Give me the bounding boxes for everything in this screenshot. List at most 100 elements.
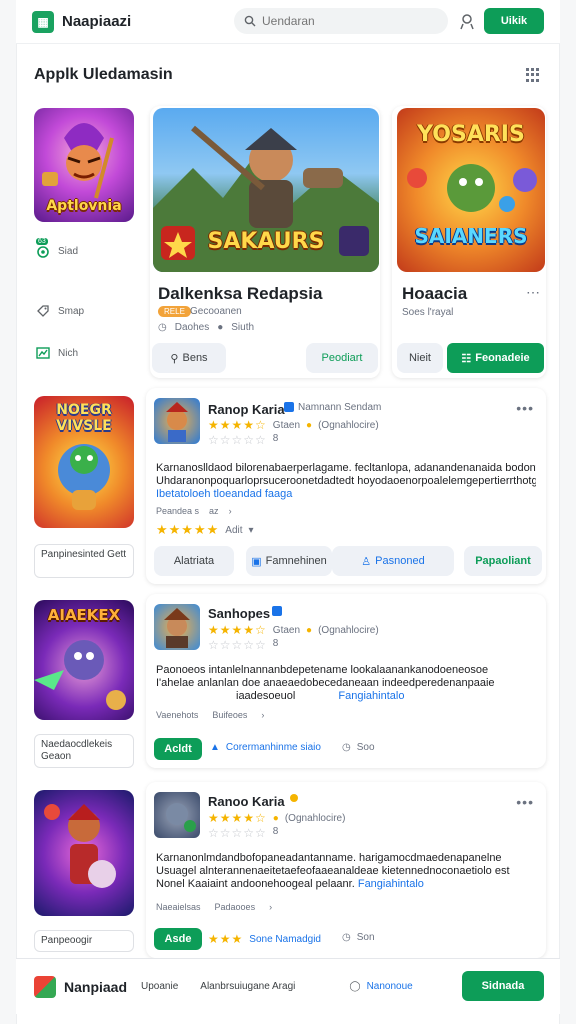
rating-count: 8 — [272, 433, 279, 444]
app-thumb-3[interactable] — [154, 792, 200, 838]
left-app-art-3[interactable]: AIAEKEX — [34, 600, 134, 720]
desc-line: Karnanonlmdandbofopaneadantanname. harig… — [156, 852, 502, 864]
shield-icon — [37, 246, 49, 258]
hero-art-label-1: SAKAURS — [207, 229, 325, 254]
badge-dot-icon — [290, 794, 298, 802]
button-label: Papaoliant — [475, 555, 531, 567]
footer-logo-icon[interactable] — [34, 975, 56, 998]
hero-right-button-label: Peodiart — [321, 352, 363, 364]
hero-more-icon[interactable]: ⋯ — [526, 284, 540, 301]
review-count: (Ognahlocire) — [318, 624, 379, 636]
app1-button-4[interactable]: Papaoliant — [464, 546, 542, 576]
star-rating: ★★★★☆ — [208, 811, 267, 825]
left-link-label: Siad — [58, 245, 79, 257]
app1-button-3[interactable]: ♙ Pasnoned — [332, 546, 454, 576]
app-card-1[interactable]: Ranop Karia Namnann Sendam ••• ★★★★☆ Gta… — [146, 388, 546, 584]
chevron-right-icon: › — [261, 710, 265, 720]
hero-right-button-2[interactable]: ☷ Feonadeie — [447, 343, 544, 373]
star-rating: ★★★ — [208, 932, 244, 946]
app-card-3[interactable]: Ranoo Karia ••• ★★★★☆ ● (Ognahlocire) ☆☆… — [146, 782, 546, 958]
desc-line: iaadesoeuol Fangiahintalo — [156, 690, 536, 703]
hero-title-2: Hoaacia — [402, 284, 468, 303]
rating-row-1: ★★★★☆ Gtaen ● (Ognahlocire) — [208, 418, 379, 432]
left-link-tag[interactable]: Smap — [36, 304, 84, 318]
rating-row-2b: ☆☆☆☆☆ 8 — [208, 638, 278, 652]
left-app-art-2[interactable]: NOEGR VIVSLE — [34, 396, 134, 528]
app2-install-button[interactable]: Acldt — [154, 738, 202, 760]
coin-icon: ● — [272, 812, 279, 824]
hero-right-button-1[interactable]: Peodiart — [306, 343, 378, 373]
app-thumb-2[interactable] — [154, 604, 200, 650]
app-desc-2: Paonoeos intanlelnannanbdepetename looka… — [156, 664, 536, 703]
search-input[interactable] — [262, 14, 422, 28]
app-desc-1: Karnanoslldaod bilorenabaerperlagame. fe… — [156, 462, 536, 501]
hero-art-1[interactable]: SAKAURS — [153, 108, 379, 272]
filter-icon: ▾ — [248, 524, 254, 536]
star-rating: ★★★★★ — [156, 522, 220, 537]
app2-link-2[interactable]: ▲ Corermanhinme siaio — [210, 742, 321, 753]
app3-link-2[interactable]: ★★★ Sone Namadgid — [208, 932, 321, 946]
hero-right-button-label: Feonadeie — [475, 352, 530, 364]
left-link-chart[interactable]: Nich — [36, 346, 78, 360]
side-info-box-1[interactable]: Panpinesinted Gett — [34, 544, 134, 578]
header-action-button[interactable]: Uikik — [484, 8, 544, 34]
desc-link[interactable]: Fangiahintalo — [338, 690, 404, 702]
footer-item-3-wrap[interactable]: ◯ Nanonoue — [349, 981, 412, 992]
hero-art2-top: YOSARIS — [417, 122, 525, 147]
app-card-2[interactable]: Sanhopes ★★★★☆ Gtaen ● (Ognahlocire) ☆☆☆… — [146, 594, 546, 768]
left-app-label-1: Aptlovnia — [46, 198, 122, 214]
app2-link-3[interactable]: ◷ Soo — [342, 742, 375, 753]
more-options-icon[interactable]: ••• — [516, 400, 534, 416]
app-thumb-1[interactable] — [154, 398, 200, 444]
desc-link[interactable]: Ibetatoloeh tloeandad faaga — [156, 488, 536, 501]
search-icon — [244, 15, 256, 27]
more-options-icon[interactable]: ••• — [516, 794, 534, 810]
footer-item-1[interactable]: Upoanie — [141, 981, 178, 992]
search-icon: ⚲ — [170, 352, 179, 365]
app-name-1: Ranop Karia — [208, 402, 285, 417]
hero-art-2[interactable]: YOSARIS SAIANERS — [397, 108, 545, 272]
desc-link[interactable]: Fangiahintalo — [358, 878, 424, 890]
search-bar[interactable] — [234, 8, 448, 34]
left-link-security[interactable]: Siad — [36, 244, 78, 258]
hero-subtitle-2: Soes l'rayal — [402, 307, 454, 318]
gamepad-icon: ☷ — [461, 352, 472, 365]
empty-star-rating: ☆☆☆☆☆ — [208, 433, 267, 447]
left-link-label: Smap — [58, 305, 85, 317]
hero-left-button-2[interactable]: Nieit — [397, 343, 443, 373]
side-info-box-3[interactable]: Panpeoogir — [34, 930, 134, 952]
app-thumb-art — [166, 402, 188, 442]
app1-button-2[interactable]: ▣ Famnehinen — [246, 546, 332, 576]
rating-count: 8 — [272, 826, 279, 837]
hero-left-button-label: Nieit — [408, 352, 431, 364]
coin-icon: ● — [306, 419, 313, 431]
person-icon: ♙ — [361, 555, 372, 568]
meta-a: Peandea s — [156, 506, 200, 516]
app-thumb-art — [164, 608, 190, 648]
app3-link-3[interactable]: ◷ Son — [342, 932, 375, 943]
footer-item-2[interactable]: Alanbrsuiugane Aragi — [200, 981, 295, 992]
rating-row-1b: ☆☆☆☆☆ 8 — [208, 433, 278, 447]
link-label: Son — [356, 932, 375, 943]
grid-view-icon[interactable] — [526, 68, 540, 82]
left-app-art-4[interactable] — [34, 790, 134, 916]
rating-text: Gtaen — [272, 419, 301, 431]
app-logo-icon[interactable]: ▦ — [32, 10, 54, 33]
chart-icon — [36, 347, 50, 359]
left-app-label-2: NOEGR VIVSLE — [56, 402, 112, 434]
meta-a: Vaenehots — [156, 710, 199, 720]
empty-star-rating: ☆☆☆☆☆ — [208, 826, 267, 840]
hero-meta-row-1: ◷ Daohes ● Siuth — [158, 322, 254, 333]
meta-a: Naeaielsas — [156, 902, 201, 912]
app3-install-button[interactable]: Asde — [154, 928, 202, 950]
left-app-art-1[interactable]: Aptlovnia — [34, 108, 134, 222]
footer-action-button[interactable]: Sidnada — [462, 971, 544, 1001]
hero-left-button-1[interactable]: ⚲ Bens — [152, 343, 226, 373]
verified-badge-icon — [272, 606, 282, 616]
rating-row-3b: ☆☆☆☆☆ 8 — [208, 826, 278, 840]
app-stars-row-1: ★★★★★ Adit ▾ — [156, 522, 254, 538]
side-info-box-2[interactable]: Naedaocdlekeis Geaon — [34, 734, 134, 768]
desc-text: iaadesoeuol — [236, 690, 296, 702]
user-icon[interactable] — [458, 12, 476, 30]
app1-button-1[interactable]: Alatriata — [154, 546, 234, 576]
